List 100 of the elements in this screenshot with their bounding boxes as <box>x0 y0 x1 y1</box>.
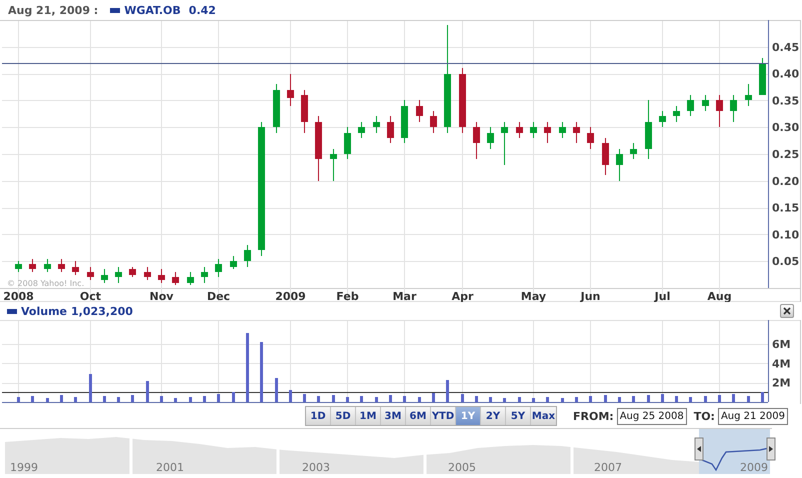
volume-bar <box>575 397 578 402</box>
volume-bar <box>561 398 564 402</box>
legend-swatch <box>110 8 120 12</box>
volume-bar <box>589 396 592 402</box>
volume-bar <box>747 396 750 402</box>
volume-bar <box>317 396 320 402</box>
volume-bar <box>489 397 492 402</box>
close-button[interactable] <box>780 304 794 318</box>
to-label: TO: <box>694 410 715 422</box>
volume-bar <box>389 395 392 402</box>
volume-bar <box>117 397 120 402</box>
volume-bar <box>518 397 521 402</box>
volume-bar <box>761 392 764 402</box>
candlestick <box>373 116 380 134</box>
year-label: 2007 <box>594 461 622 474</box>
axis-label: Jun <box>580 290 600 302</box>
from-label: FROM: <box>573 410 614 422</box>
volume-bar <box>661 394 664 402</box>
range-button[interactable]: Max <box>531 407 556 425</box>
volume-bar <box>475 396 478 402</box>
volume-bar <box>675 396 678 402</box>
volume-bar <box>632 396 635 402</box>
axis-label: Mar <box>392 290 416 302</box>
volume-bar <box>74 397 77 402</box>
candlestick <box>501 122 508 166</box>
volume-bar <box>189 397 192 402</box>
close-icon <box>783 307 791 315</box>
candlestick <box>459 68 466 134</box>
candlestick <box>58 258 65 272</box>
volume-bar <box>217 394 220 402</box>
candlestick <box>144 266 151 280</box>
range-button[interactable]: 5D <box>331 407 356 425</box>
axis-label: 2M <box>772 376 791 390</box>
volume-bar <box>546 397 549 402</box>
range-button[interactable]: 3M <box>381 407 406 425</box>
candlestick <box>15 260 22 272</box>
axis-label: 2009 <box>275 290 306 302</box>
volume-bar <box>174 398 177 402</box>
volume-bar <box>375 397 378 402</box>
candlestick <box>573 122 580 144</box>
candlestick <box>330 148 337 182</box>
candlestick <box>87 266 94 280</box>
range-selection[interactable] <box>699 429 770 474</box>
axis-label: 0.15 <box>772 202 800 215</box>
volume-bar <box>446 380 449 402</box>
candlestick <box>44 258 51 272</box>
volume-bar <box>303 394 306 402</box>
range-handle[interactable] <box>694 438 704 460</box>
price-value: 0.42 <box>188 4 216 16</box>
candlestick <box>516 122 523 138</box>
volume-bar <box>131 395 134 402</box>
axis-label: Apr <box>452 290 474 302</box>
candlestick <box>187 272 194 286</box>
volume-bar <box>432 393 435 402</box>
candlestick <box>273 84 280 134</box>
to-date-field[interactable]: Aug 21 2009 <box>718 408 788 424</box>
volume-bar <box>275 378 278 402</box>
candlestick <box>172 272 179 286</box>
candlestick <box>358 122 365 138</box>
axis-label: 0.05 <box>772 255 800 268</box>
volume-bar <box>403 396 406 402</box>
volume-bar <box>732 394 735 402</box>
axis-label: 0.30 <box>772 121 800 134</box>
range-button[interactable]: 1D <box>306 407 331 425</box>
axis-label: May <box>520 290 546 302</box>
volume-label: Volume <box>21 304 67 318</box>
candlestick <box>745 84 752 106</box>
axis-label: 0.45 <box>772 40 800 54</box>
candlestick <box>587 126 594 150</box>
from-date-field[interactable]: Aug 25 2008 <box>616 408 687 424</box>
volume-bar <box>46 398 49 402</box>
candlestick <box>315 116 322 182</box>
volume-bar <box>160 396 163 402</box>
volume-bar <box>31 396 34 402</box>
volume-bar <box>718 395 721 402</box>
range-button[interactable]: 5Y <box>506 407 531 425</box>
candlestick <box>416 100 423 122</box>
volume-bar <box>461 394 464 402</box>
candlestick <box>487 126 494 150</box>
range-button[interactable]: YTD <box>431 407 456 425</box>
range-button[interactable]: 6M <box>406 407 431 425</box>
candlestick <box>759 58 766 96</box>
candlestick <box>530 122 537 138</box>
axis-label: Jul <box>654 290 670 302</box>
volume-bar <box>647 395 650 402</box>
volume-bar <box>618 397 621 402</box>
volume-bar <box>17 397 20 402</box>
volume-bar <box>532 398 535 402</box>
range-button[interactable]: 1M <box>356 407 381 425</box>
candlestick <box>702 94 709 112</box>
candlestick <box>602 138 609 176</box>
axis-label: Nov <box>150 290 174 302</box>
candlestick <box>430 110 437 134</box>
range-button[interactable]: 2Y <box>481 407 506 425</box>
copyright-text: © 2008 Yahoo! Inc. <box>7 279 84 288</box>
candlestick <box>115 266 122 284</box>
volume-bar <box>60 395 63 402</box>
volume-bar <box>146 381 149 402</box>
ticker-symbol: WGAT.OB <box>124 4 181 16</box>
range-handle[interactable] <box>766 438 776 460</box>
